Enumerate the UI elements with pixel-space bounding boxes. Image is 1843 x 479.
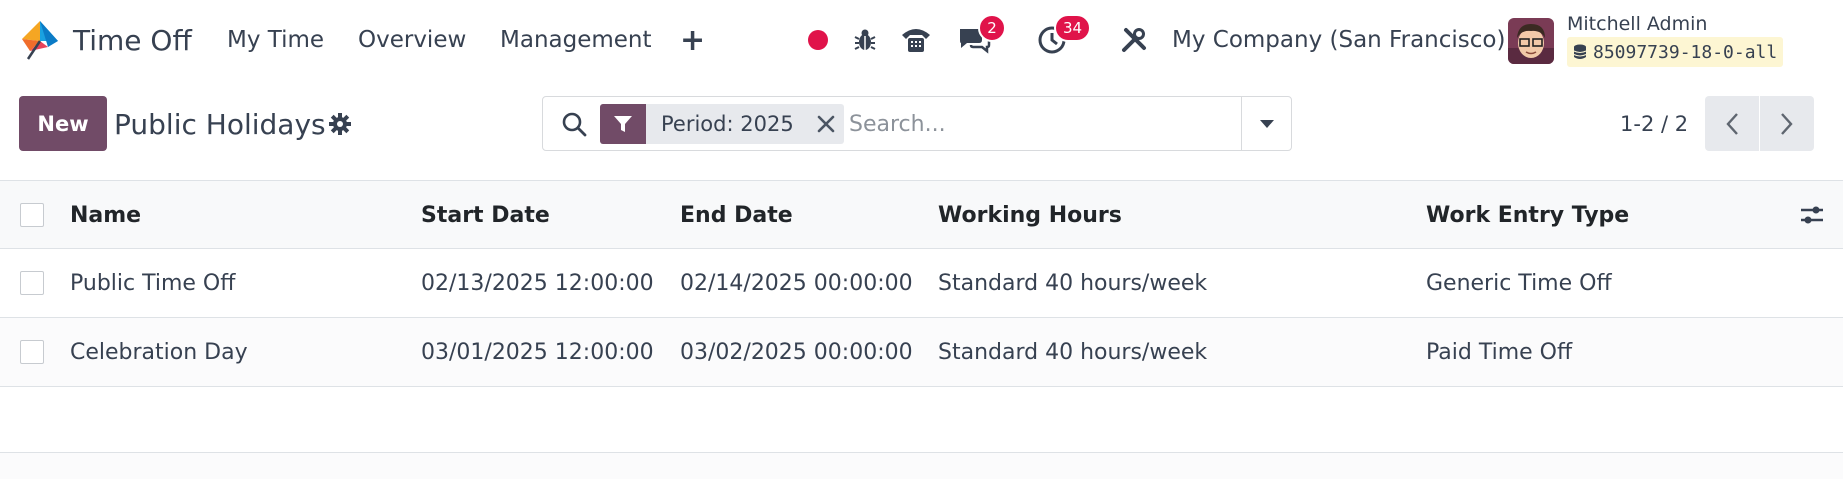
cell-start-date: 02/13/2025 12:00:00 xyxy=(421,270,654,296)
remove-facet-close-icon[interactable] xyxy=(808,104,844,144)
top-navbar: Time Off My Time Overview Management + 2 xyxy=(0,0,1843,80)
table-row[interactable]: Celebration Day 03/01/2025 12:00:00 03/0… xyxy=(0,318,1843,387)
column-header-work-entry-type[interactable]: Work Entry Type xyxy=(1426,181,1629,249)
optional-columns-sliders-icon[interactable] xyxy=(1796,199,1828,231)
table-row[interactable]: Public Time Off 02/13/2025 12:00:00 02/1… xyxy=(0,249,1843,318)
facet-label: Period: 2025 xyxy=(661,112,794,136)
search-facet-period: Period: 2025 xyxy=(600,104,844,144)
column-header-end-date[interactable]: End Date xyxy=(680,181,793,249)
chevron-left-icon xyxy=(1726,112,1738,135)
time-off-app-icon[interactable] xyxy=(18,17,62,61)
search-input[interactable] xyxy=(849,105,1219,143)
row-checkbox[interactable] xyxy=(20,340,44,364)
database-icon xyxy=(1573,44,1587,59)
user-name[interactable]: Mitchell Admin xyxy=(1567,11,1707,37)
row-checkbox[interactable] xyxy=(20,271,44,295)
list-header-row: Name Start Date End Date Working Hours W… xyxy=(0,180,1843,249)
pager-previous-button[interactable] xyxy=(1705,96,1759,151)
cell-end-date: 03/02/2025 00:00:00 xyxy=(680,339,913,365)
cell-end-date: 02/14/2025 00:00:00 xyxy=(680,270,913,296)
cell-start-date: 03/01/2025 12:00:00 xyxy=(421,339,654,365)
pager-next-button[interactable] xyxy=(1760,96,1814,151)
debug-bug-icon[interactable] xyxy=(843,18,887,62)
app-name[interactable]: Time Off xyxy=(73,18,192,62)
new-button[interactable]: New xyxy=(19,96,107,151)
cell-work-entry-type: Paid Time Off xyxy=(1426,339,1573,365)
cell-name: Celebration Day xyxy=(70,339,248,365)
company-switcher[interactable]: My Company (San Francisco) xyxy=(1172,18,1505,62)
phone-icon[interactable] xyxy=(894,18,938,62)
settings-tools-icon[interactable] xyxy=(1112,18,1156,62)
menu-management[interactable]: Management xyxy=(500,18,652,62)
cell-name: Public Time Off xyxy=(70,270,236,296)
cell-working-hours: Standard 40 hours/week xyxy=(938,270,1208,296)
user-avatar[interactable] xyxy=(1508,18,1554,64)
search-icon[interactable] xyxy=(559,109,589,139)
messages-chat-icon[interactable]: 2 xyxy=(952,14,1006,62)
column-header-working-hours[interactable]: Working Hours xyxy=(938,181,1122,249)
messages-count-badge: 2 xyxy=(978,14,1006,42)
cell-work-entry-type: Generic Time Off xyxy=(1426,270,1612,296)
caret-down-icon xyxy=(1259,119,1274,128)
record-dot-icon[interactable] xyxy=(796,18,840,62)
page-title: Public Holidays xyxy=(114,107,326,141)
list-footer xyxy=(0,452,1843,479)
column-header-start-date[interactable]: Start Date xyxy=(421,181,550,249)
filter-funnel-icon xyxy=(600,104,646,144)
chevron-right-icon xyxy=(1781,112,1793,135)
search-bar: Period: 2025 xyxy=(542,96,1292,151)
pager-value[interactable]: 1-2 / 2 xyxy=(1620,100,1688,148)
activities-clock-icon[interactable]: 34 xyxy=(1030,14,1092,62)
search-options-toggle[interactable] xyxy=(1241,97,1291,150)
column-header-name[interactable]: Name xyxy=(70,181,141,249)
activities-count-badge: 34 xyxy=(1054,14,1092,42)
cell-working-hours: Standard 40 hours/week xyxy=(938,339,1208,365)
database-name: 85097739-18-0-all xyxy=(1567,37,1784,67)
menu-my-time[interactable]: My Time xyxy=(227,18,324,62)
menu-overview[interactable]: Overview xyxy=(358,18,466,62)
database-label: 85097739-18-0-all xyxy=(1593,41,1778,63)
gear-icon[interactable] xyxy=(325,109,355,139)
select-all-checkbox[interactable] xyxy=(20,203,44,227)
new-menu-plus-button[interactable]: + xyxy=(680,18,705,62)
